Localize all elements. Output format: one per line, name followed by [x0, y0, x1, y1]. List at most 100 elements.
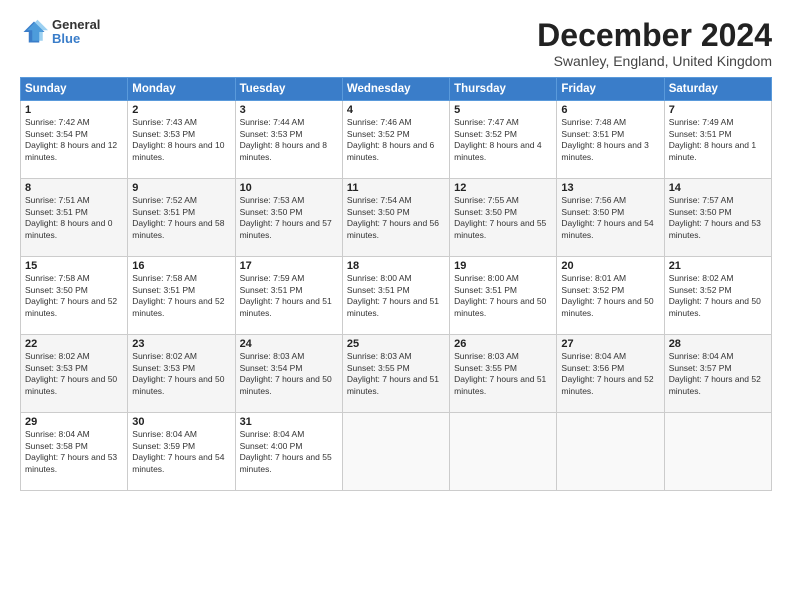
calendar-cell: 27Sunrise: 8:04 AMSunset: 3:56 PMDayligh…: [557, 335, 664, 413]
cell-details: Sunrise: 7:53 AMSunset: 3:50 PMDaylight:…: [240, 195, 338, 241]
calendar-cell: 29Sunrise: 8:04 AMSunset: 3:58 PMDayligh…: [21, 413, 128, 491]
calendar-cell: 4Sunrise: 7:46 AMSunset: 3:52 PMDaylight…: [342, 101, 449, 179]
calendar-cell: 28Sunrise: 8:04 AMSunset: 3:57 PMDayligh…: [664, 335, 771, 413]
subtitle: Swanley, England, United Kingdom: [537, 53, 772, 69]
calendar-cell: 1Sunrise: 7:42 AMSunset: 3:54 PMDaylight…: [21, 101, 128, 179]
main-title: December 2024: [537, 18, 772, 53]
day-number: 20: [561, 260, 659, 272]
calendar-cell: 30Sunrise: 8:04 AMSunset: 3:59 PMDayligh…: [128, 413, 235, 491]
calendar-week-3: 22Sunrise: 8:02 AMSunset: 3:53 PMDayligh…: [21, 335, 772, 413]
cell-details: Sunrise: 8:04 AMSunset: 3:56 PMDaylight:…: [561, 351, 659, 397]
calendar-cell: 7Sunrise: 7:49 AMSunset: 3:51 PMDaylight…: [664, 101, 771, 179]
day-number: 24: [240, 338, 338, 350]
day-number: 7: [669, 104, 767, 116]
day-number: 13: [561, 182, 659, 194]
logo-general: General: [52, 18, 100, 32]
cell-details: Sunrise: 8:00 AMSunset: 3:51 PMDaylight:…: [454, 273, 552, 319]
day-number: 1: [25, 104, 123, 116]
day-number: 12: [454, 182, 552, 194]
calendar-page: General Blue December 2024 Swanley, Engl…: [0, 0, 792, 612]
day-number: 5: [454, 104, 552, 116]
day-number: 25: [347, 338, 445, 350]
calendar-cell: 26Sunrise: 8:03 AMSunset: 3:55 PMDayligh…: [450, 335, 557, 413]
calendar-cell: 25Sunrise: 8:03 AMSunset: 3:55 PMDayligh…: [342, 335, 449, 413]
calendar-cell: 31Sunrise: 8:04 AMSunset: 4:00 PMDayligh…: [235, 413, 342, 491]
cell-details: Sunrise: 8:03 AMSunset: 3:55 PMDaylight:…: [454, 351, 552, 397]
calendar-cell: 22Sunrise: 8:02 AMSunset: 3:53 PMDayligh…: [21, 335, 128, 413]
calendar-cell: 19Sunrise: 8:00 AMSunset: 3:51 PMDayligh…: [450, 257, 557, 335]
calendar-cell: 14Sunrise: 7:57 AMSunset: 3:50 PMDayligh…: [664, 179, 771, 257]
day-number: 28: [669, 338, 767, 350]
cell-details: Sunrise: 7:57 AMSunset: 3:50 PMDaylight:…: [669, 195, 767, 241]
calendar-cell: 23Sunrise: 8:02 AMSunset: 3:53 PMDayligh…: [128, 335, 235, 413]
col-sunday: Sunday: [21, 78, 128, 101]
day-number: 23: [132, 338, 230, 350]
calendar-cell: 8Sunrise: 7:51 AMSunset: 3:51 PMDaylight…: [21, 179, 128, 257]
cell-details: Sunrise: 8:01 AMSunset: 3:52 PMDaylight:…: [561, 273, 659, 319]
cell-details: Sunrise: 8:04 AMSunset: 3:57 PMDaylight:…: [669, 351, 767, 397]
calendar-week-0: 1Sunrise: 7:42 AMSunset: 3:54 PMDaylight…: [21, 101, 772, 179]
cell-details: Sunrise: 7:59 AMSunset: 3:51 PMDaylight:…: [240, 273, 338, 319]
calendar-header: Sunday Monday Tuesday Wednesday Thursday…: [21, 78, 772, 101]
cell-details: Sunrise: 8:02 AMSunset: 3:53 PMDaylight:…: [132, 351, 230, 397]
cell-details: Sunrise: 7:56 AMSunset: 3:50 PMDaylight:…: [561, 195, 659, 241]
day-number: 11: [347, 182, 445, 194]
day-number: 16: [132, 260, 230, 272]
cell-details: Sunrise: 7:58 AMSunset: 3:51 PMDaylight:…: [132, 273, 230, 319]
calendar-cell: 12Sunrise: 7:55 AMSunset: 3:50 PMDayligh…: [450, 179, 557, 257]
cell-details: Sunrise: 8:04 AMSunset: 3:58 PMDaylight:…: [25, 429, 123, 475]
day-number: 17: [240, 260, 338, 272]
calendar-cell: 10Sunrise: 7:53 AMSunset: 3:50 PMDayligh…: [235, 179, 342, 257]
day-number: 8: [25, 182, 123, 194]
col-monday: Monday: [128, 78, 235, 101]
day-number: 10: [240, 182, 338, 194]
cell-details: Sunrise: 7:55 AMSunset: 3:50 PMDaylight:…: [454, 195, 552, 241]
cell-details: Sunrise: 7:42 AMSunset: 3:54 PMDaylight:…: [25, 117, 123, 163]
calendar-cell: 18Sunrise: 8:00 AMSunset: 3:51 PMDayligh…: [342, 257, 449, 335]
calendar-week-2: 15Sunrise: 7:58 AMSunset: 3:50 PMDayligh…: [21, 257, 772, 335]
cell-details: Sunrise: 7:54 AMSunset: 3:50 PMDaylight:…: [347, 195, 445, 241]
day-number: 14: [669, 182, 767, 194]
calendar-cell: 9Sunrise: 7:52 AMSunset: 3:51 PMDaylight…: [128, 179, 235, 257]
calendar-cell: [342, 413, 449, 491]
col-tuesday: Tuesday: [235, 78, 342, 101]
calendar-cell: 17Sunrise: 7:59 AMSunset: 3:51 PMDayligh…: [235, 257, 342, 335]
day-number: 31: [240, 416, 338, 428]
cell-details: Sunrise: 7:43 AMSunset: 3:53 PMDaylight:…: [132, 117, 230, 163]
day-number: 29: [25, 416, 123, 428]
day-number: 18: [347, 260, 445, 272]
cell-details: Sunrise: 8:02 AMSunset: 3:52 PMDaylight:…: [669, 273, 767, 319]
header-row: Sunday Monday Tuesday Wednesday Thursday…: [21, 78, 772, 101]
title-block: December 2024 Swanley, England, United K…: [537, 18, 772, 69]
day-number: 30: [132, 416, 230, 428]
calendar-cell: 15Sunrise: 7:58 AMSunset: 3:50 PMDayligh…: [21, 257, 128, 335]
header: General Blue December 2024 Swanley, Engl…: [20, 18, 772, 69]
calendar-table: Sunday Monday Tuesday Wednesday Thursday…: [20, 77, 772, 491]
cell-details: Sunrise: 7:48 AMSunset: 3:51 PMDaylight:…: [561, 117, 659, 163]
col-saturday: Saturday: [664, 78, 771, 101]
calendar-cell: 13Sunrise: 7:56 AMSunset: 3:50 PMDayligh…: [557, 179, 664, 257]
logo: General Blue: [20, 18, 100, 47]
logo-blue: Blue: [52, 32, 100, 46]
calendar-cell: 21Sunrise: 8:02 AMSunset: 3:52 PMDayligh…: [664, 257, 771, 335]
calendar-cell: 11Sunrise: 7:54 AMSunset: 3:50 PMDayligh…: [342, 179, 449, 257]
calendar-cell: 6Sunrise: 7:48 AMSunset: 3:51 PMDaylight…: [557, 101, 664, 179]
cell-details: Sunrise: 8:02 AMSunset: 3:53 PMDaylight:…: [25, 351, 123, 397]
day-number: 22: [25, 338, 123, 350]
cell-details: Sunrise: 7:44 AMSunset: 3:53 PMDaylight:…: [240, 117, 338, 163]
day-number: 3: [240, 104, 338, 116]
day-number: 27: [561, 338, 659, 350]
cell-details: Sunrise: 8:04 AMSunset: 3:59 PMDaylight:…: [132, 429, 230, 475]
calendar-cell: [664, 413, 771, 491]
calendar-cell: [450, 413, 557, 491]
calendar-cell: 16Sunrise: 7:58 AMSunset: 3:51 PMDayligh…: [128, 257, 235, 335]
day-number: 9: [132, 182, 230, 194]
day-number: 6: [561, 104, 659, 116]
day-number: 2: [132, 104, 230, 116]
col-wednesday: Wednesday: [342, 78, 449, 101]
col-friday: Friday: [557, 78, 664, 101]
cell-details: Sunrise: 7:58 AMSunset: 3:50 PMDaylight:…: [25, 273, 123, 319]
cell-details: Sunrise: 7:47 AMSunset: 3:52 PMDaylight:…: [454, 117, 552, 163]
col-thursday: Thursday: [450, 78, 557, 101]
day-number: 15: [25, 260, 123, 272]
